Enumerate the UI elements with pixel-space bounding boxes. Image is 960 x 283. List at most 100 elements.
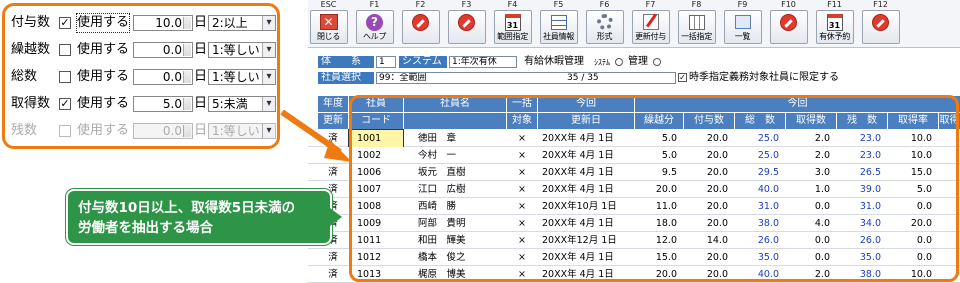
cell-code[interactable]: 1008 — [349, 198, 403, 215]
fkey-f1: F1? ヘルプ — [354, 0, 395, 48]
toolbar-button-f9[interactable]: 一覧 — [723, 10, 762, 44]
cell-date: 20XX年 4月 1日 — [542, 150, 614, 161]
kanri-radio-label: 管理 — [628, 56, 648, 67]
cell-code[interactable]: 1007 — [349, 181, 403, 198]
cell-taken: 0.0 — [814, 201, 830, 212]
cell-fuyo: 20.0 — [706, 269, 728, 280]
cell-date: 20XX年12月 1日 — [542, 235, 617, 246]
cell-target: × — [518, 184, 526, 195]
days-spinner[interactable]: 0.0 — [133, 123, 193, 139]
table-row[interactable]: 済 1011 和田 輝美 × 20XX年12月 1日 12.0 14.0 26.0 0.0 26.… — [308, 232, 960, 249]
cell-rate: 10.0 — [910, 150, 932, 161]
table-row[interactable]: 済 1009 阿部 貴明 × 20XX年 4月 1日 18.0 20.0 38.0 4.0 34.… — [308, 215, 960, 232]
table-row[interactable]: 済1002今村 一×20XX年 4月 1日5.020.025.02.023.01… — [308, 147, 960, 164]
toolbar-button-f1[interactable]: ? ヘルプ — [355, 10, 394, 44]
days-spinner[interactable]: 5.0 — [133, 96, 193, 112]
cell-date: 20XX年 4月 1日 — [542, 167, 614, 178]
comparison-select[interactable]: 1:等しい — [208, 123, 276, 139]
disabled-button-f10[interactable] — [769, 10, 808, 44]
disabled-button-f3[interactable] — [447, 10, 486, 44]
help-icon: ? — [366, 13, 384, 31]
use-label: 使用する — [77, 123, 130, 138]
fkey-label: 有休予約 — [819, 32, 850, 41]
fkey-f8: F8 一括指定 — [676, 0, 717, 48]
table-row[interactable]: 済 1001 徳田 章 × 20XX年 4月 1日 5.0 20.0 25.0 2.0 23.0 1… — [308, 129, 960, 148]
callout-tail — [330, 208, 342, 226]
cell-total: 40.0 — [757, 269, 779, 280]
comparison-select[interactable]: 1:等しい — [208, 69, 276, 85]
cell-total: 29.5 — [757, 167, 779, 178]
cell-name: 西崎 勝 — [418, 201, 457, 212]
employee-range-value: 99：全範囲 — [379, 73, 427, 83]
toolbar-button-esc[interactable]: ✕ 閉じる — [309, 10, 348, 44]
toolbar-button-f5[interactable]: 社員情報 — [539, 10, 578, 44]
table-row[interactable]: 済 1008 西崎 勝 × 20XX年10月 1日 11.0 20.0 31.0 0.0 31.0… — [308, 198, 960, 215]
cell-target: × — [518, 235, 526, 246]
cell-target: × — [518, 133, 526, 144]
disabled-button-f12[interactable] — [861, 10, 900, 44]
fkey-f2: F2 — [400, 0, 441, 48]
toolbar-button-f8[interactable]: 一括指定 — [677, 10, 716, 44]
cell-kurikoshi: 12.0 — [655, 235, 677, 246]
employee-range-select[interactable]: 99：全範囲 35 / 35 — [376, 72, 676, 84]
fkey-label: 一覧 — [734, 32, 751, 41]
cell-name: 坂元 直樹 — [418, 167, 466, 178]
cell-name: 江口 広樹 — [418, 184, 466, 195]
fkey-label: 更新付与 — [635, 32, 666, 41]
header-total: 総 数 — [735, 113, 785, 129]
system-select[interactable]: 1:年次有休 — [449, 56, 517, 68]
comparison-select[interactable]: 1:等しい — [208, 42, 276, 58]
fkey-code: F11 — [827, 0, 842, 9]
use-label: 使用する — [75, 13, 131, 33]
cell-name: 和田 輝美 — [418, 235, 466, 246]
system-radio-label: ｼｽﾃﾑ — [594, 58, 610, 67]
days-spinner[interactable]: 0.0 — [133, 42, 193, 58]
toolbar-button-f6[interactable]: 形式 — [585, 10, 624, 44]
condition-row-remaining: 残数 使用する 0.0 日 1:等しい — [5, 120, 277, 142]
use-checkbox[interactable]: ✓ — [59, 98, 71, 110]
cell-code[interactable]: 1012 — [349, 249, 403, 266]
fkey-label: ヘルプ — [362, 32, 387, 41]
cell-target: × — [518, 167, 526, 178]
comparison-select[interactable]: 2:以上 — [208, 15, 276, 31]
limit-checkbox[interactable]: ✓ — [678, 73, 687, 82]
no-entry-icon — [458, 13, 476, 31]
cell-status: 済 — [328, 269, 338, 280]
toolbar-button-f4[interactable]: 31 範囲指定 — [493, 10, 532, 44]
cell-kurikoshi: 15.0 — [655, 252, 677, 263]
no-entry-icon — [412, 13, 430, 31]
explanation-callout: 付与数10日以上、取得数5日未満の 労働者を抽出する場合 — [66, 189, 332, 245]
comparison-select[interactable]: 5:未満 — [208, 96, 276, 112]
condition-label: 付与数 — [11, 15, 51, 30]
no-entry-icon — [872, 13, 890, 31]
table-row[interactable]: 済 1012 橋本 俊之 × 20XX年 4月 1日 15.0 20.0 35.0 0.0 35.… — [308, 249, 960, 266]
header-carryover: 繰越分 — [635, 113, 683, 129]
toolbar-button-f7[interactable]: 更新付与 — [631, 10, 670, 44]
cell-extra — [939, 232, 960, 249]
kanri-radio[interactable] — [653, 58, 661, 66]
days-spinner[interactable]: 10.0 — [133, 15, 193, 31]
cell-code[interactable]: 1011 — [349, 232, 403, 249]
cell-taken: 3.0 — [814, 167, 830, 178]
system-radio[interactable] — [615, 58, 623, 66]
table-row[interactable]: 済 1006 坂元 直樹 × 20XX年 4月 1日 9.5 20.0 29.5 3.0 26.5… — [308, 164, 960, 181]
cell-rate: 5.0 — [916, 184, 932, 195]
cell-code[interactable]: 1013 — [349, 266, 403, 283]
days-spinner[interactable]: 0.0 — [133, 69, 193, 85]
cell-code[interactable]: 1009 — [349, 215, 403, 232]
toolbar-button-f11[interactable]: 31 有休予約 — [815, 10, 854, 44]
tai-select[interactable]: 1 — [376, 56, 396, 68]
calendar-icon: 31 — [504, 13, 522, 31]
cell-fuyo: 20.0 — [706, 218, 728, 229]
disabled-button-f2[interactable] — [401, 10, 440, 44]
table-row[interactable]: 済 1007 江口 広樹 × 20XX年 4月 1日 20.0 20.0 40.0 1.0 39.… — [308, 181, 960, 198]
use-checkbox[interactable] — [59, 71, 71, 83]
use-checkbox[interactable]: ✓ — [59, 17, 71, 29]
table-row[interactable]: 済 1013 梶原 博美 × 20XX年 4月 1日 20.0 20.0 40.0 2.0 38.… — [308, 266, 960, 283]
function-key-toolbar: ESC ✕ 閉じる F1? ヘルプ F2 F3 F4 31 範囲指定 F5 社員情報 F6 形式 F7 更新付… — [308, 0, 960, 48]
use-checkbox[interactable] — [59, 44, 71, 56]
day-unit-label: 日 — [194, 15, 208, 30]
employee-grid-icon — [550, 13, 568, 31]
use-checkbox[interactable] — [59, 125, 71, 137]
header-blank — [404, 113, 506, 129]
